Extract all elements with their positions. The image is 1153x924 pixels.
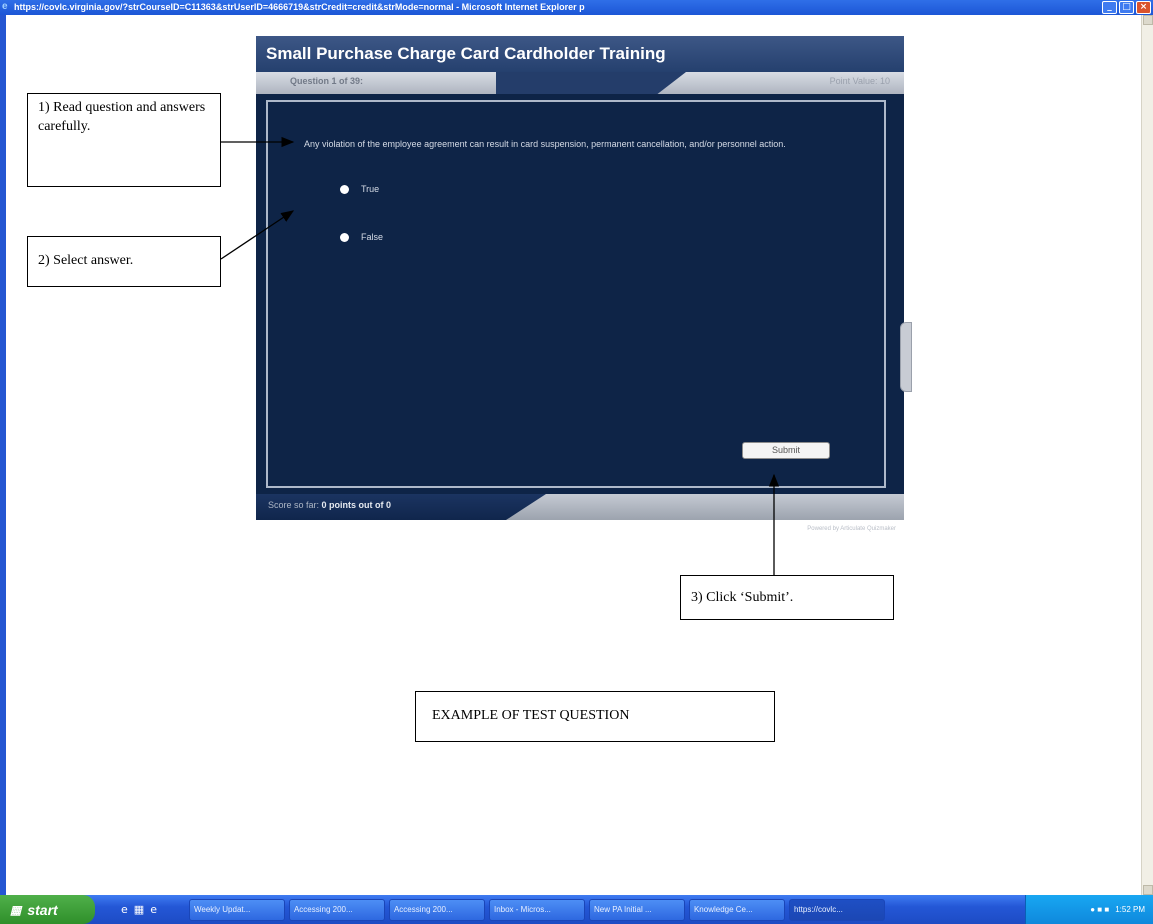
question-info-bar: Question 1 of 39: Point Value: 10 <box>256 72 904 94</box>
quiz-module: Small Purchase Charge Card Cardholder Tr… <box>256 36 912 532</box>
taskbar-item[interactable]: New PA Initial ... <box>588 898 685 921</box>
taskbar-item-active[interactable]: https://covlc... <box>788 898 885 921</box>
browser-window: e https://covlc.virginia.gov/?strCourseI… <box>0 0 1153 924</box>
radio-icon[interactable] <box>340 184 349 194</box>
windows-flag-icon: ▦ <box>10 902 22 917</box>
window-controls: _ □ × <box>1102 1 1151 14</box>
taskbar-item[interactable]: Knowledge Ce... <box>688 898 785 921</box>
window-frame-left <box>0 15 6 895</box>
start-label: start <box>27 901 58 918</box>
score-value: 0 points out of 0 <box>321 500 392 510</box>
side-panel-handle[interactable] <box>900 322 912 392</box>
score-text: Score so far: 0 points out of 0 <box>268 500 391 510</box>
ie-quicklaunch-icon[interactable]: e <box>121 903 128 916</box>
start-button[interactable]: ▦ start <box>0 895 95 924</box>
taskbar-item[interactable]: Weekly Updat... <box>188 898 285 921</box>
desktop-quicklaunch-icon[interactable]: ▦ <box>134 903 144 916</box>
scroll-down-arrow-icon[interactable] <box>1143 885 1153 895</box>
taskbar-item[interactable]: Accessing 200... <box>388 898 485 921</box>
taskbar-items: Weekly Updat... Accessing 200... Accessi… <box>188 898 885 921</box>
option-label: False <box>361 232 384 242</box>
vertical-scrollbar[interactable] <box>1141 15 1153 895</box>
radio-icon[interactable] <box>340 232 349 242</box>
taskbar: ▦ start e ▦ e Weekly Updat... Accessing … <box>0 895 1153 924</box>
quick-launch: e ▦ e <box>121 903 157 916</box>
option-false[interactable]: False <box>340 232 383 242</box>
score-bar: Score so far: 0 points out of 0 <box>256 494 904 520</box>
taskbar-item[interactable]: Accessing 200... <box>288 898 385 921</box>
callout-example: EXAMPLE OF TEST QUESTION <box>415 691 775 742</box>
submit-button[interactable]: Submit <box>742 442 830 459</box>
question-count: Question 1 of 39: <box>290 76 364 86</box>
window-title: https://covlc.virginia.gov/?strCourseID=… <box>14 2 585 12</box>
scroll-up-arrow-icon[interactable] <box>1143 15 1153 25</box>
browser-quicklaunch-icon[interactable]: e <box>150 903 157 916</box>
footer-slope <box>506 494 904 520</box>
taskbar-item[interactable]: Inbox - Micros... <box>488 898 585 921</box>
module-title: Small Purchase Charge Card Cardholder Tr… <box>256 36 904 72</box>
score-prefix: Score so far: <box>268 500 320 510</box>
ie-icon: e <box>2 1 8 12</box>
question-text: Any violation of the employee agreement … <box>304 139 786 149</box>
minimize-icon[interactable]: _ <box>1102 1 1117 14</box>
option-label: True <box>361 184 380 194</box>
callout-click-submit: 3) Click ‘Submit’. <box>680 575 894 620</box>
close-icon[interactable]: × <box>1136 1 1151 14</box>
title-bar: e https://covlc.virginia.gov/?strCourseI… <box>0 0 1153 15</box>
system-tray: ● ■ ■ 1:52 PM <box>1025 895 1153 924</box>
clock[interactable]: 1:52 PM <box>1115 905 1145 914</box>
callout-select-answer: 2) Select answer. <box>27 236 221 287</box>
question-frame: Any violation of the employee agreement … <box>266 100 886 488</box>
tray-icons[interactable]: ● ■ ■ <box>1090 905 1109 914</box>
option-true[interactable]: True <box>340 184 379 194</box>
callout-read-question: 1) Read question and answers carefully. <box>27 93 221 187</box>
maximize-icon[interactable]: □ <box>1119 1 1134 14</box>
point-value: Point Value: 10 <box>829 76 890 86</box>
subbar-notch <box>496 72 686 94</box>
question-panel: Any violation of the employee agreement … <box>256 94 912 504</box>
powered-by-link[interactable]: Powered by Articulate Quizmaker <box>807 526 896 532</box>
